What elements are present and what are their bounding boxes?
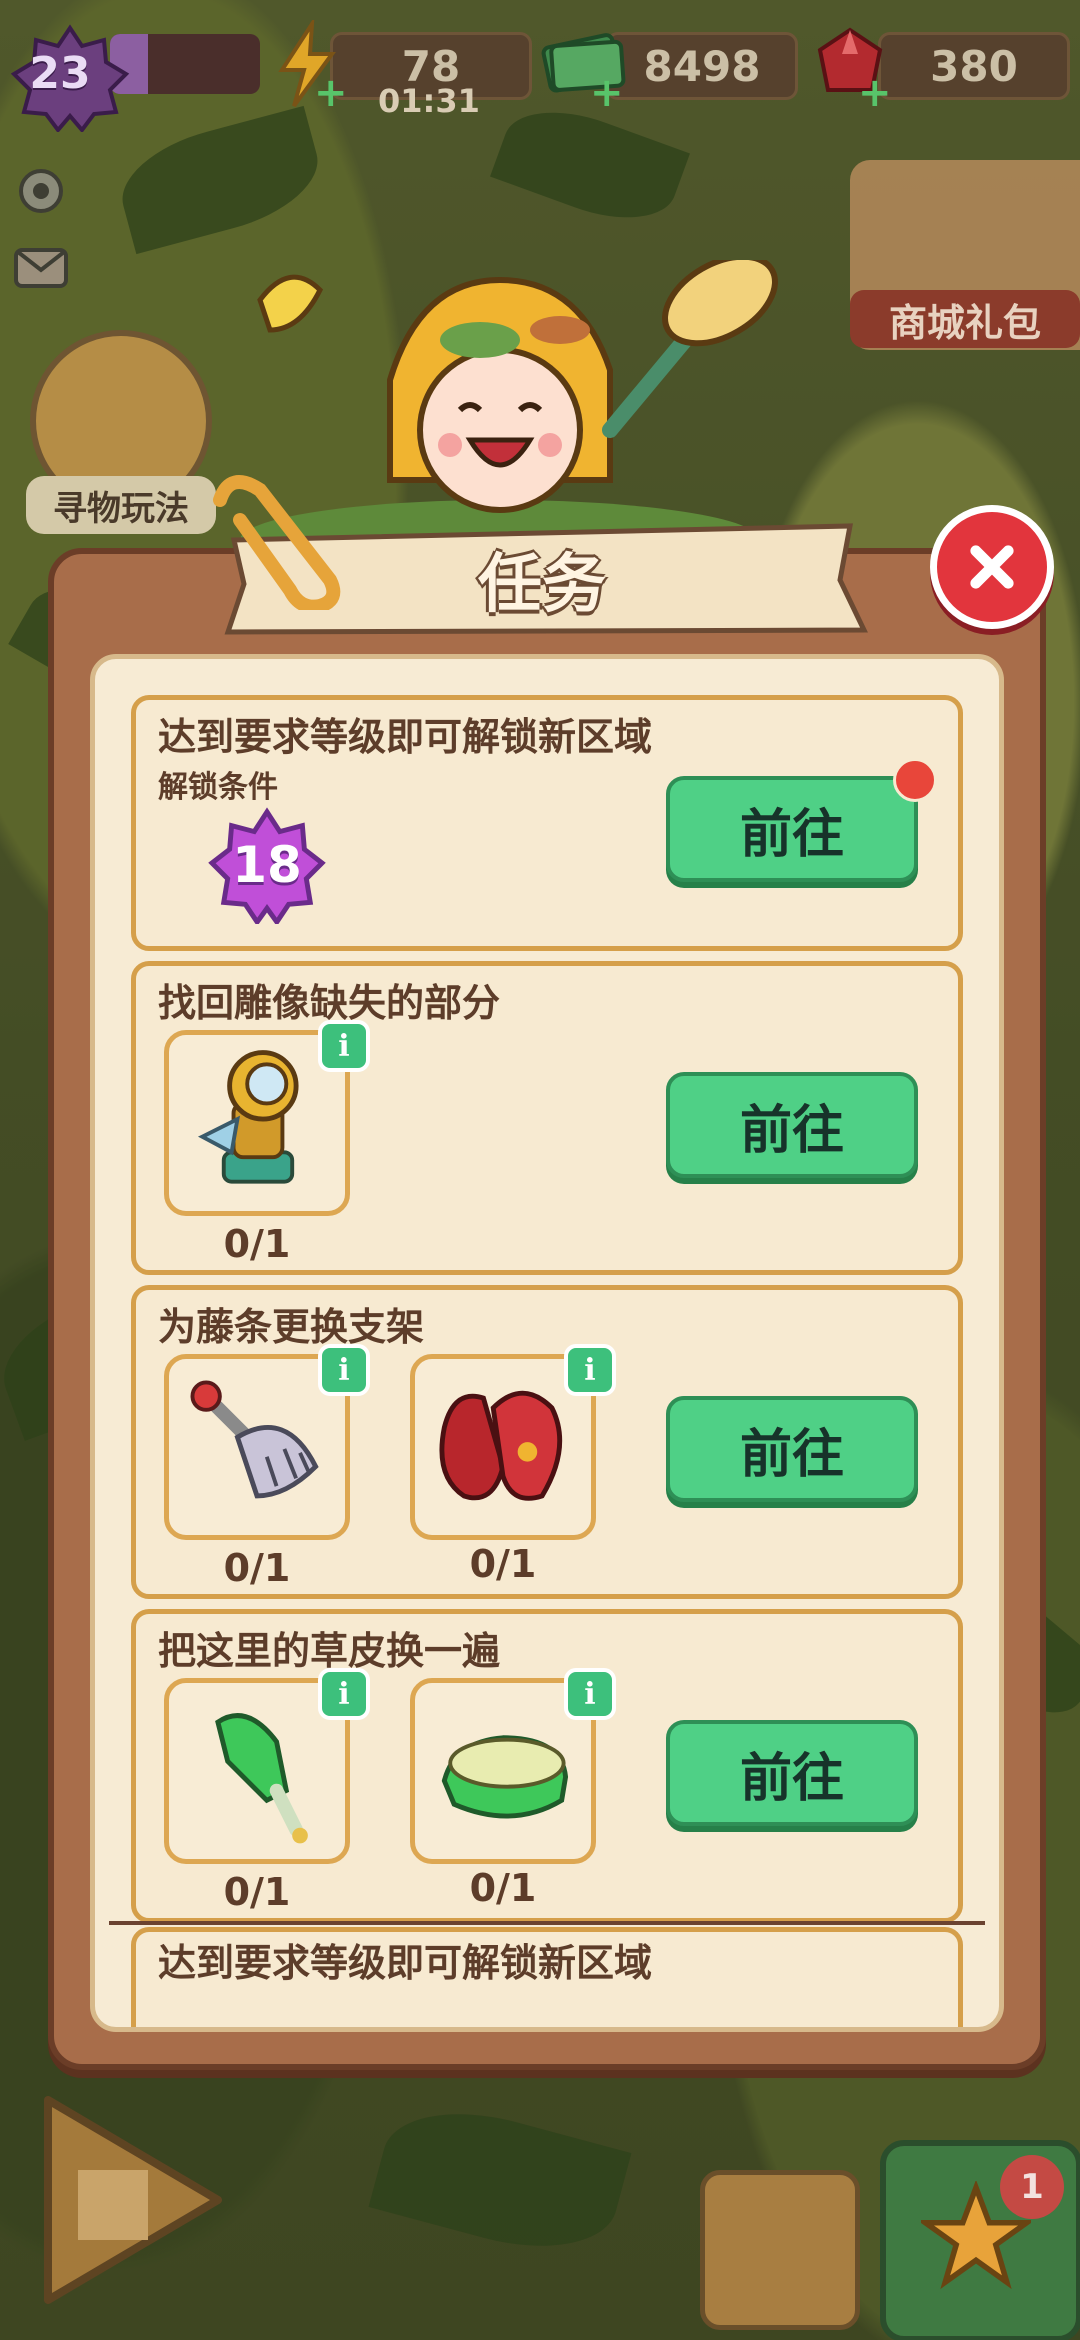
task-dialog: 达到要求等级即可解锁新区域 解锁条件 18 前往 找回雕像缺失的部分 i 0/1… bbox=[48, 548, 1046, 2070]
top-hud: 23 78 + 01:31 8498 + 380 + bbox=[0, 18, 1080, 132]
cash-box[interactable]: 8498 bbox=[606, 32, 798, 100]
close-button[interactable] bbox=[930, 505, 1054, 629]
task-list-panel[interactable]: 达到要求等级即可解锁新区域 解锁条件 18 前往 找回雕像缺失的部分 i 0/1… bbox=[90, 654, 1004, 2032]
task-card-unlock-area: 达到要求等级即可解锁新区域 解锁条件 18 前往 bbox=[131, 695, 963, 951]
task-title: 为藤条更换支架 bbox=[158, 1305, 425, 1349]
go-button[interactable]: 前往 bbox=[666, 1072, 918, 1178]
energy-plus-icon[interactable]: + bbox=[314, 73, 348, 113]
task-card-vine-support: 为藤条更换支架 i 0/1 i 0/1 前往 bbox=[131, 1285, 963, 1599]
task-card-unlock-area-2: 达到要求等级即可解锁新区域 bbox=[131, 1927, 963, 2027]
info-icon[interactable]: i bbox=[318, 1020, 370, 1072]
xp-progress-bar bbox=[110, 34, 260, 94]
go-button[interactable]: 前往 bbox=[666, 1396, 918, 1502]
required-level: 18 bbox=[232, 836, 302, 894]
task-title: 把这里的草皮换一遍 bbox=[158, 1629, 501, 1673]
player-level: 23 bbox=[29, 47, 91, 99]
go-button[interactable]: 前往 bbox=[666, 776, 918, 882]
info-icon[interactable]: i bbox=[564, 1344, 616, 1396]
mail-icon[interactable] bbox=[10, 236, 72, 298]
gems-plus-icon[interactable]: + bbox=[858, 73, 892, 113]
task-title: 达到要求等级即可解锁新区域 bbox=[158, 715, 653, 759]
info-icon[interactable]: i bbox=[318, 1668, 370, 1720]
notification-dot bbox=[893, 758, 937, 802]
settings-gear-icon[interactable] bbox=[10, 160, 72, 222]
cash-plus-icon[interactable]: + bbox=[590, 73, 624, 113]
task-card-turf: 把这里的草皮换一遍 i 0/1 i 0/1 前往 bbox=[131, 1609, 963, 1923]
paper-clip-icon bbox=[213, 475, 341, 610]
item-count: 0/1 bbox=[223, 1546, 291, 1590]
task-title: 找回雕像缺失的部分 bbox=[158, 981, 501, 1025]
info-icon[interactable]: i bbox=[564, 1668, 616, 1720]
info-icon[interactable]: i bbox=[318, 1344, 370, 1396]
cash-value: 8498 bbox=[643, 41, 761, 91]
shop-pack-label[interactable]: 商城礼包 bbox=[850, 290, 1080, 348]
item-count: 0/1 bbox=[223, 1870, 291, 1914]
balloon-button[interactable] bbox=[700, 2170, 860, 2330]
play-arrow-button[interactable] bbox=[28, 2080, 228, 2320]
notification-count: 1 bbox=[1000, 2155, 1064, 2219]
list-scroll-edge bbox=[109, 1921, 985, 1925]
item-count: 0/1 bbox=[469, 1866, 537, 1910]
unlock-condition-label: 解锁条件 bbox=[158, 770, 278, 805]
energy-timer: 01:31 bbox=[378, 82, 480, 120]
task-title: 达到要求等级即可解锁新区域 bbox=[158, 1941, 653, 1985]
task-card-statue: 找回雕像缺失的部分 i 0/1 前往 bbox=[131, 961, 963, 1275]
gems-box[interactable]: 380 bbox=[878, 32, 1070, 100]
gems-value: 380 bbox=[930, 41, 1018, 91]
item-count: 0/1 bbox=[469, 1542, 537, 1586]
item-count: 0/1 bbox=[223, 1222, 291, 1266]
close-icon bbox=[970, 545, 1014, 589]
go-button[interactable]: 前往 bbox=[666, 1720, 918, 1826]
